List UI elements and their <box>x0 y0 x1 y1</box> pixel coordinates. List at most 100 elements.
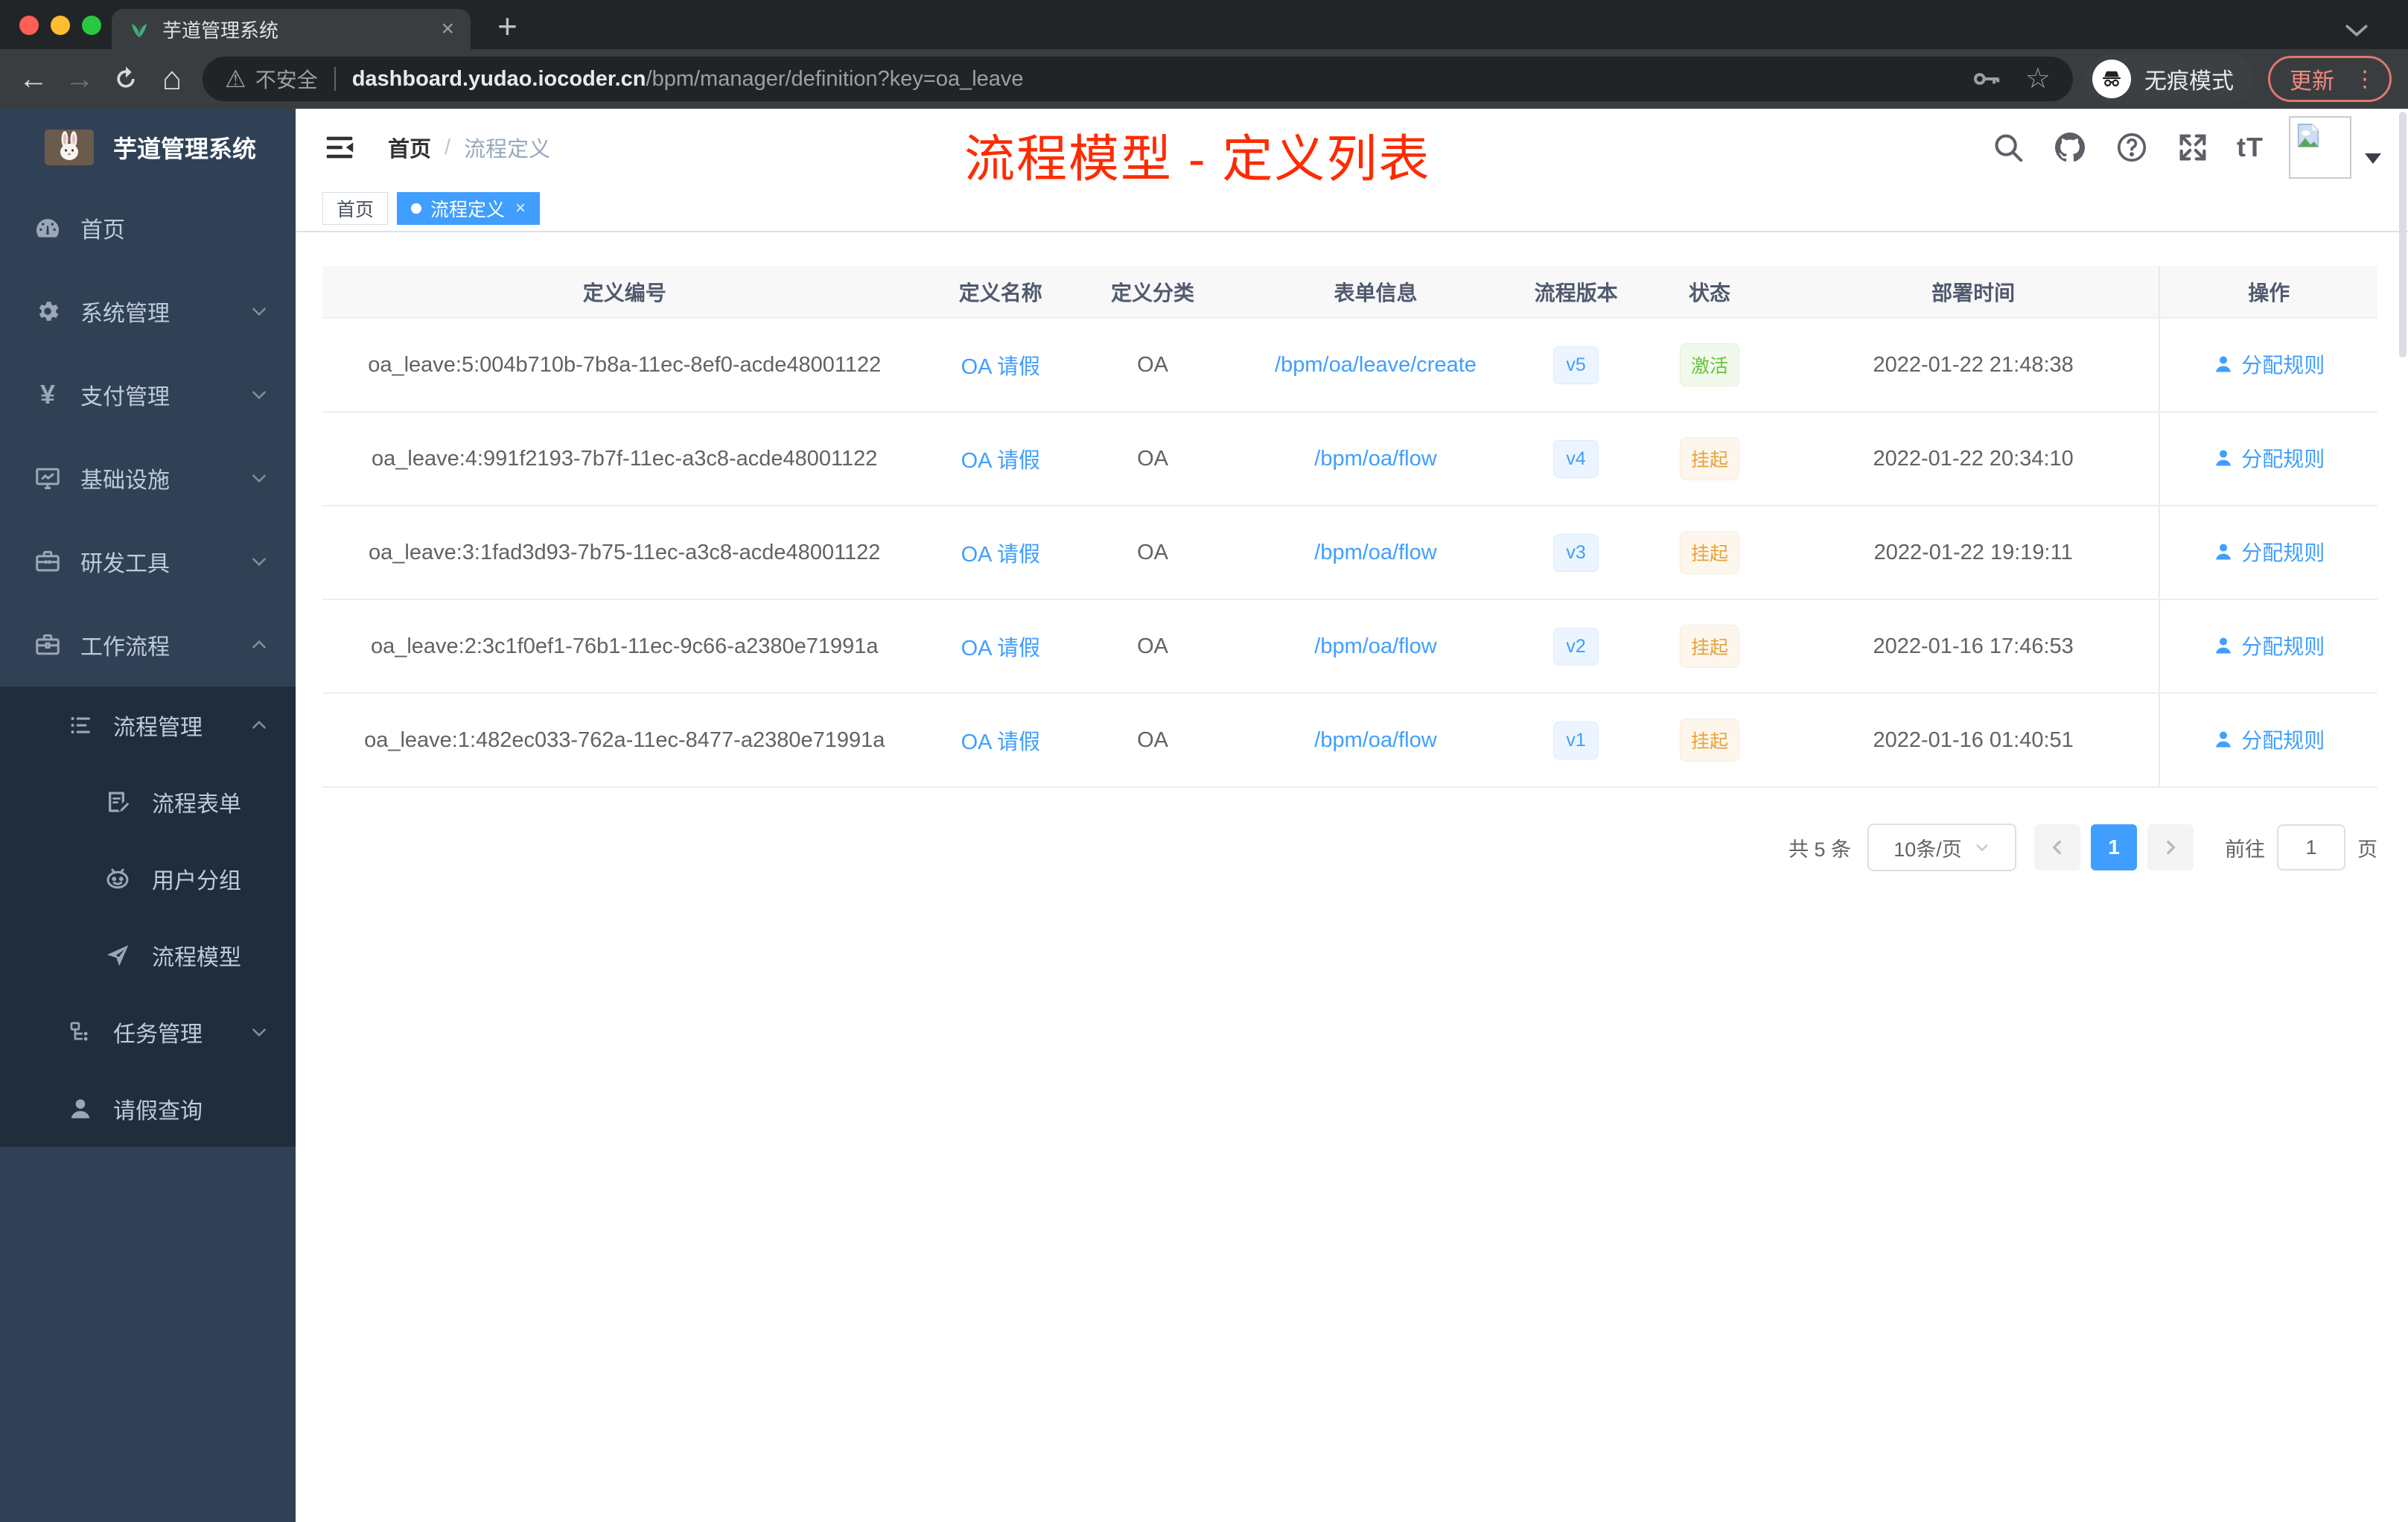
assign-rule-link[interactable]: 分配规则 <box>2213 443 2325 473</box>
sidebar-item-briefcase[interactable]: 工作流程 <box>0 603 296 687</box>
app-title: 芋道管理系统 <box>113 136 257 162</box>
form-info-link[interactable]: /bpm/oa/leave/create <box>1275 353 1477 377</box>
cell-category: OA <box>1074 506 1231 600</box>
cell-deploy-time: 2022-01-22 20:34:10 <box>1787 412 2160 506</box>
home-button[interactable]: ⌂ <box>149 60 195 98</box>
status-badge: 挂起 <box>1679 625 1739 668</box>
sidebar-item-yen[interactable]: ¥ 支付管理 <box>0 353 296 436</box>
sidebar-item-toolbox[interactable]: 研发工具 <box>0 520 296 603</box>
definition-name-link[interactable]: OA 请假 <box>961 637 1040 660</box>
reload-button[interactable] <box>103 64 149 94</box>
browser-update-button[interactable]: 更新 ⋮ <box>2268 56 2392 102</box>
status-badge: 挂起 <box>1679 719 1739 762</box>
assign-rule-link[interactable]: 分配规则 <box>2213 537 2325 567</box>
sidebar-item-form[interactable]: 流程表单 <box>0 763 296 840</box>
sidebar-item-label: 工作流程 <box>80 635 170 660</box>
definition-name-link[interactable]: OA 请假 <box>961 449 1040 473</box>
sidebar-item-user[interactable]: 请假查询 <box>0 1070 296 1147</box>
sidebar: 芋道管理系统 首页 系统管理 ¥ 支付管理 基础设施 研发工具 工作流程 流程管… <box>0 109 296 1522</box>
tag-home[interactable]: 首页 <box>322 192 389 225</box>
chevron-down-icon <box>249 1022 269 1042</box>
tab-close-icon[interactable]: × <box>441 16 454 42</box>
page-size-select[interactable]: 10条/页 <box>1867 824 2016 871</box>
sidebar-item-monitor[interactable]: 基础设施 <box>0 436 296 520</box>
assign-rule-link[interactable]: 分配规则 <box>2213 631 2325 660</box>
definition-name-link[interactable]: OA 请假 <box>961 730 1040 754</box>
assign-rule-label: 分配规则 <box>2241 448 2325 471</box>
sidebar-item-label: 研发工具 <box>80 552 170 576</box>
back-button[interactable]: ← <box>10 63 57 96</box>
avatar-caret-icon[interactable] <box>2365 153 2381 164</box>
fullscreen-icon[interactable] <box>2176 130 2210 165</box>
sidebar-item-robot[interactable]: 用户分组 <box>0 840 296 917</box>
font-size-icon[interactable]: tT <box>2237 132 2264 163</box>
user-icon <box>66 1095 95 1122</box>
tag-close-icon[interactable]: × <box>515 198 526 219</box>
form-info-link[interactable]: /bpm/oa/flow <box>1314 447 1436 471</box>
next-page-button[interactable] <box>2147 824 2194 870</box>
assign-rule-label: 分配规则 <box>2241 541 2325 564</box>
form-info-link[interactable]: /bpm/oa/flow <box>1314 728 1436 752</box>
url-text[interactable]: dashboard.yudao.iocoder.cn/bpm/manager/d… <box>352 67 1948 92</box>
page-scrollbar[interactable] <box>2399 112 2407 357</box>
col-actions: 操作 <box>2159 266 2377 319</box>
url-path: /bpm/manager/definition?key=oa_leave <box>646 66 1024 91</box>
sidebar-item-gear[interactable]: 系统管理 <box>0 270 296 353</box>
search-icon[interactable] <box>1991 130 2025 165</box>
definition-name-link[interactable]: OA 请假 <box>961 543 1040 567</box>
address-bar[interactable]: ⚠ 不安全 dashboard.yudao.iocoder.cn/bpm/man… <box>203 57 2073 101</box>
site-favicon <box>128 18 150 40</box>
security-warning-icon: ⚠ <box>225 66 246 92</box>
bookmark-star-icon[interactable]: ☆ <box>2025 65 2051 93</box>
assign-rule-label: 分配规则 <box>2241 354 2325 377</box>
form-info-link[interactable]: /bpm/oa/flow <box>1314 634 1436 658</box>
tab-search-chevron-icon[interactable] <box>2344 22 2369 39</box>
goto-page-input[interactable]: 1 <box>2277 824 2345 870</box>
page-number-1[interactable]: 1 <box>2091 824 2137 870</box>
sidebar-item-send[interactable]: 流程模型 <box>0 917 296 993</box>
browser-tab[interactable]: 芋道管理系统 × <box>112 9 471 49</box>
github-icon[interactable] <box>2052 130 2088 165</box>
browser-menu-dots-icon[interactable]: ⋮ <box>2354 66 2376 92</box>
cell-deploy-time: 2022-01-22 19:19:11 <box>1787 506 2160 600</box>
assign-rule-link[interactable]: 分配规则 <box>2213 725 2325 754</box>
sidebar-item-dashboard[interactable]: 首页 <box>0 186 296 270</box>
breadcrumb-home[interactable]: 首页 <box>388 132 431 163</box>
zoom-window-button[interactable] <box>82 16 101 35</box>
chevron-down-icon <box>249 468 269 488</box>
col-definition-name: 定义名称 <box>926 266 1075 319</box>
sidebar-fold-icon[interactable] <box>322 130 357 165</box>
password-key-icon[interactable] <box>1970 63 2003 95</box>
sidebar-item-tree[interactable]: 任务管理 <box>0 993 296 1070</box>
window-controls[interactable] <box>19 16 101 35</box>
main-content: 定义编号 定义名称 定义分类 表单信息 流程版本 状态 部署时间 操作 oa_l… <box>296 232 2408 1522</box>
tag-active-dot <box>411 203 422 214</box>
table-row: oa_leave:2:3c1f0ef1-76b1-11ec-9c66-a2380… <box>322 599 2377 694</box>
avatar[interactable] <box>2289 116 2351 179</box>
col-form-info: 表单信息 <box>1230 266 1521 319</box>
cell-definition-id: oa_leave:2:3c1f0ef1-76b1-11ec-9c66-a2380… <box>322 599 927 694</box>
sidebar-item-label: 请假查询 <box>113 1098 203 1124</box>
close-window-button[interactable] <box>19 16 39 35</box>
sidebar-item-list[interactable]: 流程管理 <box>0 687 296 763</box>
col-definition-id: 定义编号 <box>322 266 927 319</box>
sidebar-item-label: 基础设施 <box>80 468 170 493</box>
minimize-window-button[interactable] <box>51 16 70 35</box>
cell-category: OA <box>1074 318 1231 413</box>
security-label[interactable]: 不安全 <box>255 64 318 94</box>
app-logo[interactable]: 芋道管理系统 <box>0 109 296 186</box>
pagination: 共 5 条 10条/页 1 前往 1 页 <box>322 824 2377 871</box>
cell-category: OA <box>1074 693 1231 788</box>
prev-page-button[interactable] <box>2034 824 2080 870</box>
assign-rule-link[interactable]: 分配规则 <box>2213 349 2325 379</box>
cell-definition-id: oa_leave:4:991f2193-7b7f-11ec-a3c8-acde4… <box>322 412 927 506</box>
definition-name-link[interactable]: OA 请假 <box>961 355 1040 379</box>
url-divider <box>334 67 336 91</box>
breadcrumb-current: 流程定义 <box>464 138 551 162</box>
form-info-link[interactable]: /bpm/oa/flow <box>1314 541 1436 564</box>
help-icon[interactable] <box>2115 130 2149 165</box>
new-tab-button[interactable]: + <box>497 6 517 46</box>
forward-button[interactable]: → <box>57 63 103 96</box>
person-icon <box>2213 635 2234 656</box>
tag-active-process-definition[interactable]: 流程定义 × <box>397 192 541 225</box>
